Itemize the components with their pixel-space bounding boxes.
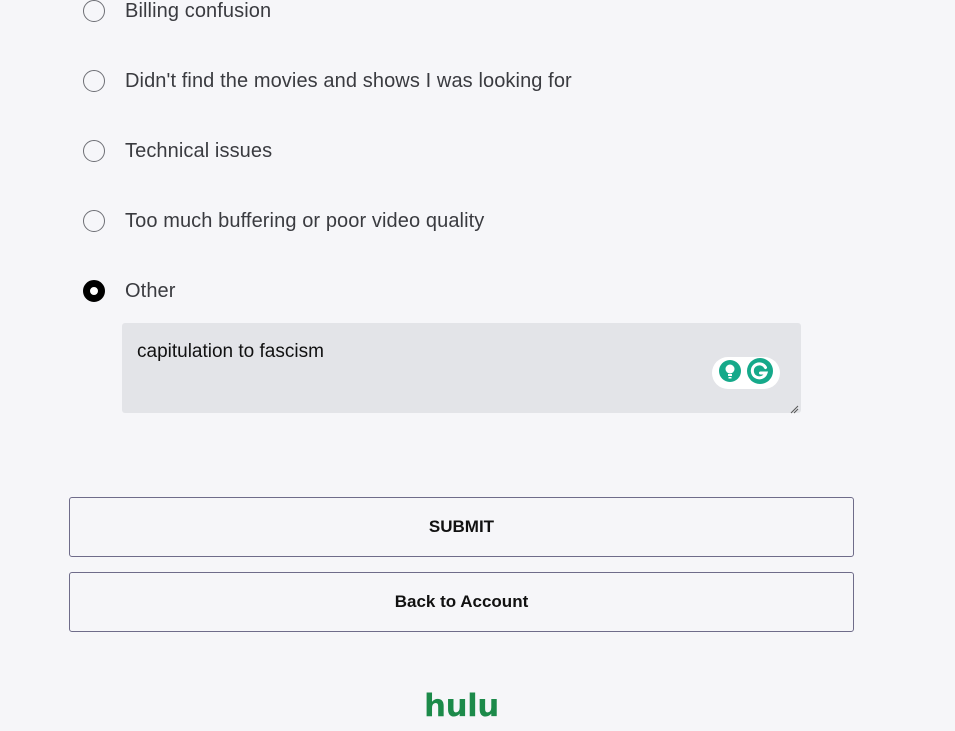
back-to-account-button[interactable]: Back to Account [69,572,854,632]
reason-option-other[interactable]: Other [83,278,176,304]
radio-button[interactable] [83,0,105,22]
radio-button-selected[interactable] [83,280,105,302]
reason-label: Too much buffering or poor video quality [125,209,485,232]
radio-button[interactable] [83,70,105,92]
reason-option-billing[interactable]: Billing confusion [83,0,271,24]
reason-label: Technical issues [125,139,273,162]
reason-label: Didn't find the movies and shows I was l… [125,69,572,92]
radio-button[interactable] [83,140,105,162]
reason-option-technical[interactable]: Technical issues [83,138,272,164]
reason-option-content[interactable]: Didn't find the movies and shows I was l… [83,68,572,94]
grammarly-g-icon[interactable] [746,357,774,390]
radio-button[interactable] [83,210,105,232]
resize-handle-icon[interactable] [789,401,799,414]
grammarly-widget[interactable] [712,357,780,389]
reason-label: Billing confusion [125,0,272,22]
lightbulb-icon[interactable] [718,359,742,388]
hulu-logo: hulu [423,686,501,724]
hulu-logo-text: hulu [424,688,499,722]
submit-button[interactable]: SUBMIT [69,497,854,557]
reason-option-buffering[interactable]: Too much buffering or poor video quality [83,208,484,234]
other-reason-textarea[interactable]: capitulation to fascism [122,323,801,414]
other-reason-text: capitulation to fascism [137,341,324,362]
reason-label: Other [125,279,176,302]
